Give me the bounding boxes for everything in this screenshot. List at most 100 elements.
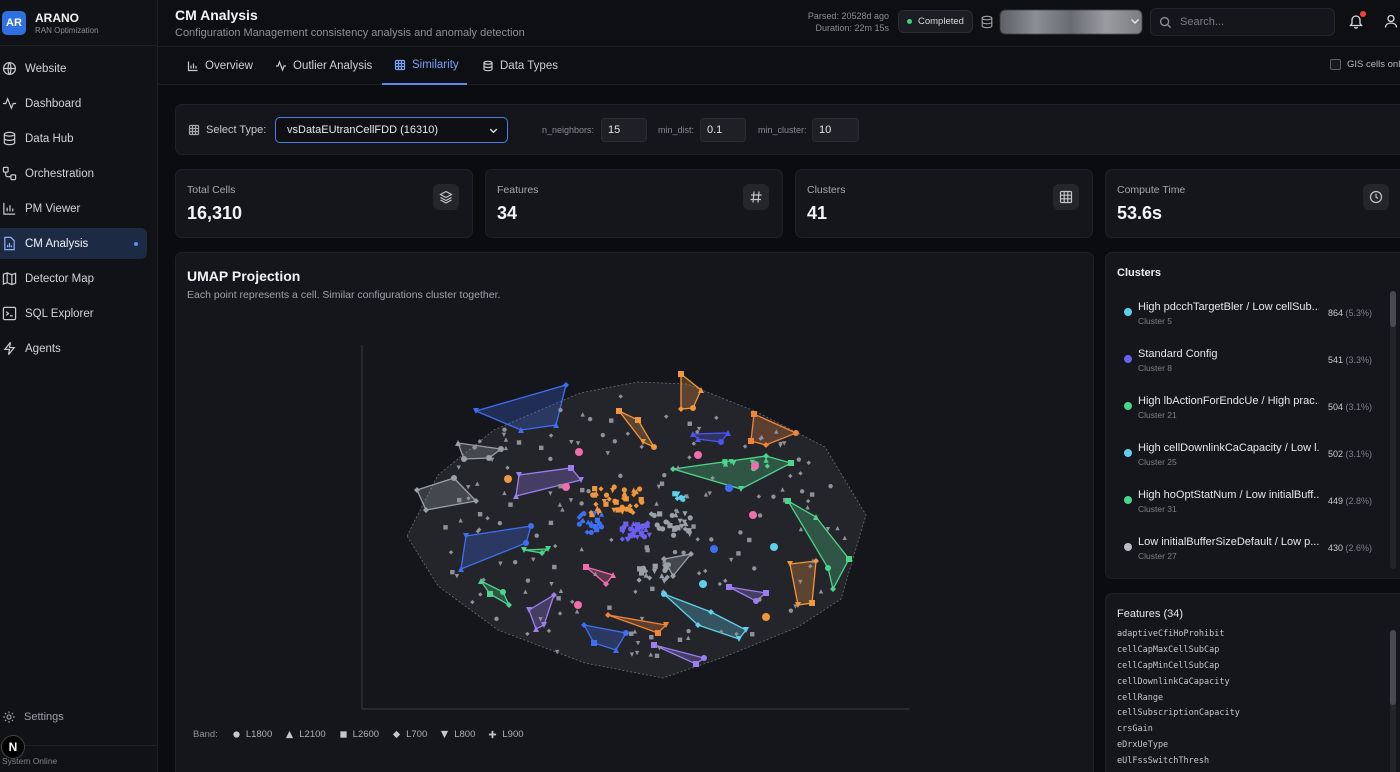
scatter-point	[726, 584, 732, 590]
chevron-down-icon[interactable]	[1129, 15, 1141, 27]
sidebar-item-pm-viewer[interactable]: PM Viewer	[0, 193, 147, 224]
cluster-name: Low initialBufferSizeDefault / Low p...	[1138, 536, 1319, 548]
sidebar-item-data-hub[interactable]: Data Hub	[0, 123, 147, 154]
features-scrollbar[interactable]	[1390, 630, 1396, 772]
scatter-point	[639, 499, 645, 505]
tab-overview[interactable]: Overview	[187, 47, 253, 85]
scatter-point	[497, 520, 503, 526]
min-dist-label: min_dist:	[658, 125, 695, 135]
stat-value: 53.6s	[1117, 203, 1163, 223]
tab-similarity[interactable]: Similarity	[382, 47, 467, 85]
search-box[interactable]	[1150, 8, 1335, 36]
sidebar-item-label: SQL Explorer	[25, 307, 94, 320]
scatter-point	[639, 524, 645, 530]
sidebar-item-website[interactable]: Website	[0, 53, 147, 84]
feature-item[interactable]: cellSubscriptionCapacity	[1117, 708, 1240, 724]
scatter-point	[623, 630, 629, 636]
feature-item[interactable]: cellCapMinCellSubCap	[1117, 661, 1240, 677]
cluster-percent: (3.3%)	[1345, 355, 1372, 365]
feature-item[interactable]: cellCapMaxCellSubCap	[1117, 645, 1240, 661]
gis-cells-toggle[interactable]: GIS cells only	[1330, 59, 1400, 70]
scatter-point	[747, 537, 752, 543]
globe-icon	[2, 61, 17, 76]
stat-label: Total Cells	[187, 184, 236, 196]
feature-item[interactable]: crsGain	[1117, 724, 1240, 740]
gis-checkbox[interactable]	[1330, 59, 1341, 70]
scatter-point	[612, 439, 618, 444]
sidebar-item-detector-map[interactable]: Detector Map	[0, 263, 147, 294]
n-neighbors-input[interactable]: 15	[601, 118, 647, 142]
n-neighbors-label: n_neighbors:	[542, 125, 595, 135]
brand[interactable]: AR ARANO RAN Optimization	[0, 0, 157, 46]
legend-item-l800[interactable]: L800	[440, 729, 475, 740]
legend-item-l2100[interactable]: L2100	[285, 729, 326, 740]
sidebar-item-orchestration[interactable]: Orchestration	[0, 158, 147, 189]
cluster-scrollbar[interactable]	[1390, 291, 1396, 569]
sidebar-item-agents[interactable]: Agents	[0, 333, 147, 364]
scatter-point	[579, 501, 584, 506]
cluster-item[interactable]: Standard Config Cluster 8 541 (3.3%)	[1106, 338, 1393, 385]
clusters-panel: Clusters High pdcchTargetBler / Low cell…	[1105, 252, 1400, 579]
scatter-point	[649, 634, 654, 640]
scatter-point	[600, 432, 606, 438]
scatter-point	[751, 411, 757, 417]
cluster-count: 430 (2.6%)	[1328, 543, 1372, 553]
sidebar-item-sql-explorer[interactable]: SQL Explorer	[0, 298, 147, 329]
scatter-point	[629, 631, 634, 636]
cluster-id: Cluster 25	[1138, 457, 1177, 467]
feature-item[interactable]: eUlFssSwitchThresh	[1117, 756, 1240, 772]
feature-item[interactable]: cellDownlinkCaCapacity	[1117, 677, 1240, 693]
cluster-item[interactable]: High hoOptStatNum / Low initialBuff... C…	[1106, 479, 1393, 526]
cluster-item[interactable]: High lbActionForEndcUe / High prac... Cl…	[1106, 385, 1393, 432]
legend-item-l700[interactable]: L700	[392, 729, 427, 740]
tab-data-types[interactable]: Data Types	[482, 47, 558, 85]
database-icon	[483, 60, 493, 72]
type-select[interactable]: vsDataEUtranCellFDD (16310)	[275, 117, 508, 143]
scatter-point	[718, 439, 724, 445]
scatter-point	[581, 511, 587, 517]
scatter-point	[502, 427, 507, 432]
type-select-value: vsDataEUtranCellFDD (16310)	[287, 124, 438, 136]
scrollbar-thumb[interactable]	[1390, 291, 1396, 327]
tab-label: Overview	[205, 60, 253, 72]
scatter-point	[487, 591, 493, 597]
umap-scatter-plot[interactable]	[176, 253, 1095, 723]
sidebar-item-settings[interactable]: Settings	[0, 707, 64, 727]
scatter-point	[667, 523, 673, 529]
cluster-item[interactable]: Low initialBufferSizeDefault / Low p... …	[1106, 526, 1393, 569]
scatter-point	[686, 628, 691, 634]
legend-item-l900[interactable]: L900	[488, 729, 524, 740]
grid-icon	[1053, 184, 1079, 210]
search-input[interactable]	[1180, 16, 1330, 28]
legend-item-l1800[interactable]: L1800	[232, 729, 272, 740]
band-legend: Band: L1800 L2100 L2600 L700 L800 L900	[193, 729, 537, 740]
brand-subtitle: RAN Optimization	[35, 25, 99, 35]
scrollbar-thumb[interactable]	[1390, 630, 1396, 705]
min-cluster-input[interactable]: 10	[812, 118, 859, 142]
feature-item[interactable]: eDrxUeType	[1117, 740, 1240, 756]
feature-item[interactable]: adaptiveCfiHoProhibit	[1117, 629, 1240, 645]
tab-outlier-analysis[interactable]: Outlier Analysis	[275, 47, 372, 85]
scatter-point	[675, 525, 681, 531]
scatter-point	[558, 407, 563, 413]
umap-panel: UMAP Projection Each point represents a …	[175, 252, 1094, 772]
legend-item-l2600[interactable]: L2600	[339, 729, 379, 740]
user-icon[interactable]	[1383, 13, 1399, 29]
circle-marker-icon	[233, 731, 240, 738]
connection-select[interactable]	[1000, 10, 1142, 34]
scatter-point	[472, 445, 477, 450]
scatter-point	[574, 601, 582, 609]
stat-value: 41	[807, 203, 828, 223]
cluster-item[interactable]: High cellDownlinkCaCapacity / Low l... C…	[1106, 432, 1393, 479]
features-panel: Features (34) adaptiveCfiHoProhibit cell…	[1105, 593, 1400, 772]
feature-item[interactable]: cellRange	[1117, 693, 1240, 709]
legend-item-label: L900	[502, 729, 524, 740]
next-badge[interactable]: N	[1, 735, 25, 759]
scatter-point	[771, 494, 776, 499]
sidebar-item-cm-analysis[interactable]: CM Analysis	[0, 228, 147, 259]
clusters-title: Clusters	[1117, 267, 1162, 279]
scatter-point	[677, 637, 683, 642]
min-dist-input[interactable]: 0.1	[700, 118, 746, 142]
sidebar-item-dashboard[interactable]: Dashboard	[0, 88, 147, 119]
cluster-item[interactable]: High pdcchTargetBler / Low cellSub... Cl…	[1106, 291, 1393, 338]
